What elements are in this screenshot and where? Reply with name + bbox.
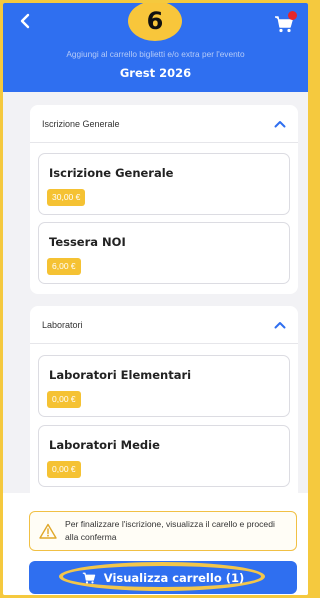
section-header[interactable]: Iscrizione Generale: [30, 105, 298, 143]
view-cart-label: Visualizza carrello (1): [103, 570, 245, 585]
list-item[interactable]: Tessera NOI 6,00 €: [38, 222, 290, 284]
price-badge: 0,00 €: [47, 461, 81, 478]
cart-notification-dot: [288, 11, 297, 20]
section-laboratori: Laboratori Laboratori Elementari 0,00 € …: [30, 306, 298, 506]
cart-icon: [82, 572, 95, 583]
price-badge: 30,00 €: [47, 189, 86, 206]
notice-box: Per finalizzare l'iscrizione, visualizza…: [29, 511, 297, 551]
item-name: Iscrizione Generale: [49, 166, 174, 180]
chevron-up-icon[interactable]: [274, 120, 286, 128]
cart-button[interactable]: [274, 11, 297, 33]
item-name: Tessera NOI: [49, 235, 126, 249]
button-content: Visualizza carrello (1): [82, 570, 245, 585]
list-item[interactable]: Laboratori Elementari 0,00 €: [38, 355, 290, 417]
item-name: Laboratori Medie: [49, 438, 160, 452]
section-iscrizione-generale: Iscrizione Generale Iscrizione Generale …: [30, 105, 298, 294]
chevron-left-icon[interactable]: [17, 13, 33, 29]
chevron-up-icon[interactable]: [274, 321, 286, 329]
notice-text: Per finalizzare l'iscrizione, visualizza…: [65, 519, 275, 542]
view-cart-button[interactable]: Visualizza carrello (1): [29, 561, 297, 594]
section-header[interactable]: Laboratori: [30, 306, 298, 344]
step-badge: 6: [128, 3, 182, 41]
list-item[interactable]: Iscrizione Generale 30,00 €: [38, 153, 290, 215]
event-title: Grest 2026: [119, 66, 192, 80]
section-title: Iscrizione Generale: [42, 118, 120, 129]
warning-icon: [39, 523, 57, 539]
header-subtitle: Aggiungi al carrello biglietti e/o extra…: [66, 49, 245, 59]
section-title: Laboratori: [42, 319, 83, 330]
price-badge: 0,00 €: [47, 391, 81, 408]
list-item[interactable]: Laboratori Medie 0,00 €: [38, 425, 290, 487]
item-name: Laboratori Elementari: [49, 368, 192, 382]
header: 6 Aggiungi al carrello biglietti e/o ext…: [3, 3, 308, 92]
price-badge: 6,00 €: [47, 258, 81, 275]
screen: 6 Aggiungi al carrello biglietti e/o ext…: [3, 3, 308, 595]
footer: Per finalizzare l'iscrizione, visualizza…: [3, 493, 308, 595]
